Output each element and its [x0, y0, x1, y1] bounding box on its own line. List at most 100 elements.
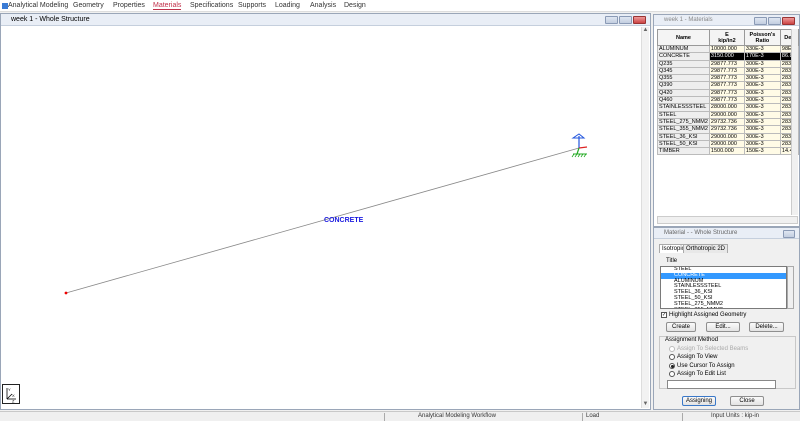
- highlight-assigned-checkbox[interactable]: ✓: [661, 312, 667, 318]
- restore-icon[interactable]: [768, 17, 781, 25]
- cell-poisson[interactable]: 300E-3: [743, 117, 781, 127]
- cell-e[interactable]: 29000.000: [708, 139, 745, 149]
- cell-poisson[interactable]: 300E-3: [743, 74, 781, 83]
- cell-poisson[interactable]: 300E-3: [743, 96, 781, 105]
- tab-orthotropic-2d[interactable]: Orthotropic 2D: [683, 244, 729, 253]
- structure-view-window[interactable]: week 1 - Whole Structure CONCRETE ▲ ▼: [0, 13, 651, 410]
- cell-e[interactable]: 29877.773: [708, 81, 745, 90]
- delete-button[interactable]: Delete...: [749, 322, 784, 332]
- menu-item-analytical-modeling[interactable]: Analytical Modeling: [8, 2, 68, 9]
- minimize-icon[interactable]: [754, 17, 767, 25]
- cell-poisson[interactable]: 330E-3: [743, 44, 781, 54]
- cell-e[interactable]: 29877.773: [708, 59, 745, 68]
- menu-item-properties[interactable]: Properties: [113, 2, 145, 9]
- cell-name[interactable]: STEEL_355_NMM2: [657, 125, 710, 134]
- menu-item-analysis[interactable]: Analysis: [310, 2, 336, 9]
- cell-poisson[interactable]: 300E-3: [743, 103, 781, 112]
- cell-name[interactable]: TIMBER: [657, 147, 710, 156]
- table-row[interactable]: STEEL_275_NMM2 29732.736 300E-3 283.7: [657, 117, 799, 127]
- table-row[interactable]: STEEL_50_KSI 29000.000 300E-3 283E-: [657, 139, 799, 149]
- cell-name[interactable]: STEEL_275_NMM2: [657, 117, 710, 127]
- cell-poisson[interactable]: 170E-3: [743, 52, 781, 61]
- cell-poisson[interactable]: 300E-3: [743, 139, 781, 149]
- menu-item-loading[interactable]: Loading: [275, 2, 300, 9]
- list-item[interactable]: STEEL_355_NMM2: [661, 307, 786, 308]
- table-row[interactable]: Q235 29877.773 300E-3 283.7: [657, 59, 799, 68]
- table-vertical-scrollbar[interactable]: [791, 29, 798, 215]
- menu-item-geometry[interactable]: Geometry: [73, 2, 104, 9]
- table-row[interactable]: TIMBER 1500.000 150E-3 14.47: [657, 147, 799, 156]
- cell-e[interactable]: 29877.773: [708, 74, 745, 83]
- scroll-up-icon[interactable]: ▲: [642, 27, 649, 34]
- menu-item-design[interactable]: Design: [344, 2, 366, 9]
- cell-poisson[interactable]: 300E-3: [743, 125, 781, 134]
- table-row[interactable]: STEEL 29000.000 300E-3 283E-: [657, 110, 799, 119]
- table-row[interactable]: STEEL_355_NMM2 29732.736 300E-3 283.7: [657, 125, 799, 134]
- material-title-list[interactable]: STEEL CONCRETE ALUMINUM STAINLESSSTEEL STEEL…: [660, 266, 787, 309]
- materials-table-window[interactable]: week 1 - Materials Name E kip/in2 Poisso…: [653, 14, 800, 227]
- cell-poisson[interactable]: 300E-3: [743, 132, 781, 141]
- beam-member[interactable]: [65, 147, 580, 294]
- cell-name[interactable]: ALUMINUM: [657, 44, 710, 54]
- table-row[interactable]: Q460 29877.773 300E-3 283.7: [657, 96, 799, 105]
- edit-list-input[interactable]: [667, 380, 776, 389]
- cell-poisson[interactable]: 300E-3: [743, 88, 781, 98]
- menu-item-materials[interactable]: Materials: [153, 2, 182, 10]
- cell-e[interactable]: 29000.000: [708, 110, 745, 119]
- cell-e[interactable]: 29877.773: [708, 96, 745, 105]
- cell-e[interactable]: 3150.000: [708, 52, 745, 61]
- cell-name[interactable]: Q420: [657, 88, 710, 98]
- create-button[interactable]: Create: [666, 322, 696, 332]
- table-row[interactable]: Q390 29877.773 300E-3 283.7: [657, 81, 799, 90]
- cell-name[interactable]: Q460: [657, 96, 710, 105]
- cell-e[interactable]: 29000.000: [708, 132, 745, 141]
- close-button[interactable]: Close: [730, 396, 764, 406]
- column-header-e[interactable]: E kip/in2: [708, 29, 745, 46]
- cell-name[interactable]: Q235: [657, 59, 710, 68]
- materials-table[interactable]: Name E kip/in2 Poisson's Ratio Den ALUMI…: [657, 29, 799, 156]
- cell-e[interactable]: 10000.000: [708, 44, 745, 54]
- cell-poisson[interactable]: 150E-3: [743, 147, 781, 156]
- menu-item-supports[interactable]: Supports: [238, 2, 266, 9]
- table-row[interactable]: Q345 29877.773 300E-3 283.7: [657, 66, 799, 76]
- cell-poisson[interactable]: 300E-3: [743, 66, 781, 76]
- edit-button[interactable]: Edit...: [706, 322, 740, 332]
- cell-name[interactable]: STEEL_50_KSI: [657, 139, 710, 149]
- assign-to-view-radio[interactable]: [669, 354, 675, 360]
- cell-name[interactable]: Q390: [657, 81, 710, 90]
- cell-name[interactable]: Q345: [657, 66, 710, 76]
- table-row[interactable]: STAINLESSSTEEL 28000.000 300E-3 283E-: [657, 103, 799, 112]
- close-icon[interactable]: [782, 17, 795, 25]
- column-header-poisson[interactable]: Poisson's Ratio: [743, 29, 781, 46]
- table-row[interactable]: STEEL_36_KSI 29000.000 300E-3 283E-: [657, 132, 799, 141]
- cell-poisson[interactable]: 300E-3: [743, 59, 781, 68]
- column-header-name[interactable]: Name: [657, 29, 710, 46]
- table-horizontal-scrollbar[interactable]: [657, 216, 798, 224]
- assigning-button[interactable]: Assigning: [682, 396, 716, 406]
- table-row[interactable]: ALUMINUM 10000.000 330E-3 98E-6: [657, 44, 799, 54]
- assign-to-edit-list-radio[interactable]: [669, 371, 675, 377]
- table-row[interactable]: CONCRETE 3150.000 170E-3 86.8E: [657, 52, 799, 61]
- cell-e[interactable]: 28000.000: [708, 103, 745, 112]
- cell-e[interactable]: 29732.736: [708, 125, 745, 134]
- beam-node-start[interactable]: [64, 291, 68, 295]
- cell-name[interactable]: Q355: [657, 74, 710, 83]
- view-vertical-scrollbar[interactable]: ▲ ▼: [641, 27, 649, 408]
- scroll-down-icon[interactable]: ▼: [642, 401, 649, 408]
- dialog-close-icon[interactable]: [783, 230, 795, 238]
- cell-name[interactable]: STEEL_36_KSI: [657, 132, 710, 141]
- use-cursor-to-assign-radio[interactable]: [669, 363, 675, 369]
- cell-poisson[interactable]: 300E-3: [743, 81, 781, 90]
- cell-name[interactable]: STAINLESSSTEEL: [657, 103, 710, 112]
- menu-item-specifications[interactable]: Specifications: [190, 2, 233, 9]
- cell-e[interactable]: 29877.773: [708, 88, 745, 98]
- table-row[interactable]: Q355 29877.773 300E-3 283.7: [657, 74, 799, 83]
- cell-poisson[interactable]: 300E-3: [743, 110, 781, 119]
- cell-e[interactable]: 29877.773: [708, 66, 745, 76]
- cell-name[interactable]: CONCRETE: [657, 52, 710, 61]
- cell-e[interactable]: 1500.000: [708, 147, 745, 156]
- structure-canvas[interactable]: [1, 14, 650, 409]
- title-list-scrollbar[interactable]: [787, 266, 794, 309]
- cell-name[interactable]: STEEL: [657, 110, 710, 119]
- table-row[interactable]: Q420 29877.773 300E-3 283.7: [657, 88, 799, 98]
